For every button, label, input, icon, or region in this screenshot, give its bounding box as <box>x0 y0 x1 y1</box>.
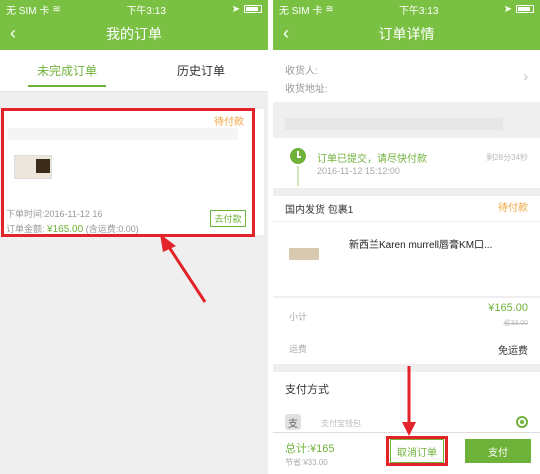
wifi-icon: ≋ <box>52 3 61 15</box>
product-thumbnail <box>289 248 319 260</box>
progress-date: 2016-11-12 15:12:00 <box>317 166 400 176</box>
shipping-fee-value: 免运费 <box>498 346 528 357</box>
order-detail-screen: 无 SIM 卡 ≋ 下午3:13 ➤ ‹ 订单详情 收货人: 收货地址: › 订… <box>273 0 540 474</box>
clock-label: 下午3:13 <box>126 5 166 17</box>
clock-label: 下午3:13 <box>398 5 439 17</box>
status-bar: 无 SIM 卡 ≋ 下午3:13 ➤ <box>273 0 540 18</box>
subtotal-label: 小计 <box>289 312 308 322</box>
total-price: 总计:¥165 <box>285 443 335 455</box>
back-arrow-icon[interactable]: ‹ <box>283 23 289 43</box>
blurred-order-number <box>285 118 503 130</box>
carrier-label: 无 SIM 卡 <box>279 5 323 17</box>
tab-history-orders[interactable]: 历史订单 <box>134 50 268 91</box>
clock-icon <box>290 148 306 164</box>
page-title: 我的订单 <box>106 26 162 42</box>
subtotal-saved: 省33.00 <box>503 320 528 327</box>
annotation-arrow-icon <box>160 234 207 303</box>
order-tabs: 未完成订单 历史订单 <box>0 50 268 92</box>
progress-text: 订单已提交，请尽快付款 <box>317 154 427 165</box>
shipping-fee-label: 运费 <box>289 344 308 354</box>
product-name: 新西兰Karen murrell唇膏KM口... <box>349 240 493 251</box>
back-arrow-icon[interactable]: ‹ <box>10 23 16 43</box>
address-label: 收货地址: <box>285 84 328 95</box>
package-title: 国内发货 包裹1 <box>285 205 354 216</box>
location-icon: ➤ <box>503 3 512 15</box>
alipay-icon: 支 <box>285 414 301 430</box>
alipay-label: 支付宝钱包 <box>321 419 361 428</box>
payment-method-title: 支付方式 <box>285 384 329 396</box>
progress-line <box>297 166 299 186</box>
chevron-right-icon: › <box>523 68 528 84</box>
my-orders-screen: 无 SIM 卡 ≋ 下午3:13 ➤ ‹ 我的订单 未完成订单 历史订单 待付款… <box>0 0 268 474</box>
page-title: 订单详情 <box>378 26 435 42</box>
payment-radio[interactable] <box>516 416 528 428</box>
payment-countdown: 剩28分34秒 <box>486 153 528 162</box>
subtotal-value: ¥165.00 <box>488 302 528 314</box>
wifi-icon: ≋ <box>325 3 334 15</box>
status-bar: 无 SIM 卡 ≋ 下午3:13 ➤ <box>0 0 268 18</box>
carrier-label: 无 SIM 卡 <box>6 5 50 17</box>
cancel-highlight-box <box>386 436 448 466</box>
battery-icon <box>516 5 534 13</box>
recipient-label: 收货人: <box>285 66 318 77</box>
saved-amount: 节省:¥33.00 <box>285 458 328 467</box>
pay-button[interactable]: 支付 <box>465 439 531 463</box>
nav-bar: ‹ 我的订单 <box>0 18 268 50</box>
package-status: 待付款 <box>498 203 528 214</box>
tab-unfinished-orders[interactable]: 未完成订单 <box>0 50 134 91</box>
location-icon: ➤ <box>231 3 240 15</box>
battery-icon <box>244 5 262 13</box>
order-highlight-box <box>1 108 255 237</box>
nav-bar: ‹ 订单详情 <box>273 18 540 50</box>
